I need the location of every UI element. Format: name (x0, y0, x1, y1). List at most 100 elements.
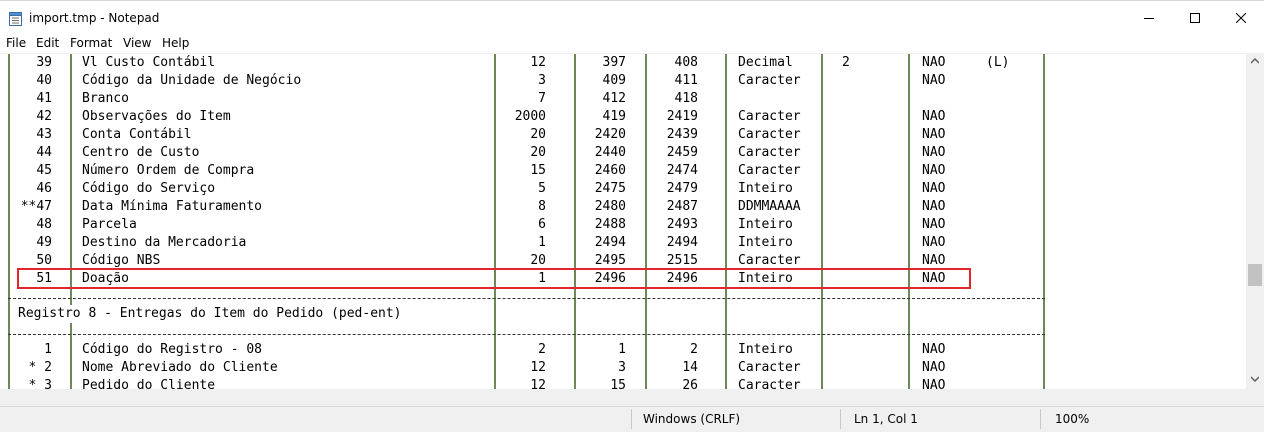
cell-n: 41 (36, 91, 52, 106)
cell-n: 40 (36, 73, 52, 88)
cell-type: Caracter (738, 109, 801, 124)
cell-start: 2480 (594, 199, 626, 214)
menu-bar: File Edit Format View Help (0, 34, 1264, 53)
cell-size: 1 (538, 235, 546, 250)
title-bar[interactable]: import.tmp - Notepad (0, 0, 1264, 34)
notepad-icon (9, 12, 22, 26)
cell-n: 49 (36, 235, 52, 250)
scroll-thumb[interactable] (1248, 264, 1262, 286)
table-row: * 3 Pedido do Cliente 12 15 26 Caracter NAO (0, 377, 1246, 389)
table-row: 1 Código do Registro - 08 2 1 2 Inteiro NAO (0, 341, 1246, 359)
menu-format[interactable]: Format (70, 36, 112, 50)
menu-help[interactable]: Help (162, 36, 189, 50)
cell-type: Caracter (738, 73, 801, 88)
cell-desc: Conta Contábil (82, 127, 192, 142)
close-icon (1236, 13, 1246, 23)
horizontal-scrollbar[interactable] (0, 389, 1246, 406)
cell-start: 412 (602, 91, 626, 106)
cell-size: 12 (530, 360, 546, 375)
text-editor[interactable]: 39 Vl Custo Contábil 12 397 408 Decimal 2 NAO (L… (0, 53, 1246, 389)
cell-start: 2460 (594, 163, 626, 178)
table-row: * 2 Nome Abreviado do Cliente 12 3 14 Caracte… (0, 359, 1246, 377)
cell-start: 3 (618, 360, 626, 375)
cell-desc: Número Ordem de Compra (82, 163, 255, 178)
minimize-button[interactable] (1126, 1, 1172, 35)
status-separator (1040, 409, 1041, 429)
cell-req: NAO (922, 109, 946, 124)
cell-type: Caracter (738, 378, 801, 389)
cell-start: 2494 (594, 235, 626, 250)
cell-req: NAO (922, 360, 946, 375)
cell-end: 411 (674, 73, 698, 88)
table-row: 43 Conta Contábil 20 2420 2439 Caracter NAO (0, 126, 1246, 144)
status-separator (840, 409, 841, 429)
cell-desc: Pedido do Cliente (82, 378, 216, 389)
dashed-separator (8, 334, 1045, 335)
cell-end: 408 (674, 55, 698, 70)
maximize-icon (1190, 13, 1200, 23)
scroll-up-icon[interactable] (1251, 58, 1259, 64)
vertical-scrollbar[interactable] (1246, 53, 1264, 389)
menu-file[interactable]: File (6, 36, 26, 50)
cell-desc: Observações do Item (82, 109, 231, 124)
minimize-icon (1144, 18, 1154, 19)
cell-end: 14 (682, 360, 698, 375)
table-row: 49 Destino da Mercadoria 1 2494 2494 Inteiro N… (0, 234, 1246, 252)
cell-end: 26 (682, 378, 698, 389)
cell-type: Decimal (738, 55, 793, 70)
window-title: import.tmp - Notepad (29, 11, 160, 25)
cell-req: NAO (922, 55, 946, 70)
cell-end: 2474 (666, 163, 698, 178)
menu-edit[interactable]: Edit (36, 36, 59, 50)
cell-start: 2420 (594, 127, 626, 142)
cell-size: 20 (530, 127, 546, 142)
table-row: 41 Branco 7 412 418 (0, 90, 1246, 108)
cell-desc: Data Mínima Faturamento (82, 199, 263, 214)
table-row: **47 Data Mínima Faturamento 8 2480 2487 DDMM… (0, 198, 1246, 216)
status-encoding: Windows (CRLF) (643, 412, 741, 426)
section-title-line: Registro 8 - Entregas do Item do Pedido … (0, 305, 1246, 323)
cell-type: Inteiro (738, 235, 793, 250)
status-zoom: 100% (1055, 412, 1090, 426)
cell-desc: Código do Serviço (82, 181, 216, 196)
table-row: 39 Vl Custo Contábil 12 397 408 Decimal 2 NAO (L… (0, 54, 1246, 72)
cell-n: 45 (36, 163, 52, 178)
status-position: Ln 1, Col 1 (854, 412, 918, 426)
status-separator (631, 409, 632, 429)
table-row: 48 Parcela 6 2488 2493 Inteiro NAO (0, 216, 1246, 234)
cell-desc: Vl Custo Contábil (82, 55, 216, 70)
cell-end: 2494 (666, 235, 698, 250)
highlight-box (17, 268, 971, 289)
maximize-button[interactable] (1172, 1, 1218, 35)
cell-size: 2 (538, 342, 546, 357)
cell-type: Caracter (738, 360, 801, 375)
table-row: 44 Centro de Custo 20 2440 2459 Caracter NAO (0, 144, 1246, 162)
cell-type: Inteiro (738, 217, 793, 232)
cell-size: 7 (538, 91, 546, 106)
scroll-down-icon[interactable] (1251, 376, 1259, 382)
cell-end: 2419 (666, 109, 698, 124)
cell-type: Inteiro (738, 342, 793, 357)
table-row: 40 Código da Unidade de Negócio 3 409 411 Car… (0, 72, 1246, 90)
cell-type: DDMMAAAA (738, 199, 801, 214)
cell-n: 39 (36, 55, 52, 70)
cell-req: NAO (922, 163, 946, 178)
cell-desc: Destino da Mercadoria (82, 235, 247, 250)
cell-size: 2000 (514, 109, 546, 124)
dashed-separator (8, 298, 1045, 299)
cell-start: 419 (602, 109, 626, 124)
cell-req: NAO (922, 181, 946, 196)
table-row: 42 Observações do Item 2000 419 2419 Caracter… (0, 108, 1246, 126)
menu-view[interactable]: View (123, 36, 151, 50)
cell-n: 42 (36, 109, 52, 124)
cell-size: 20 (530, 145, 546, 160)
cell-dec: 2 (842, 55, 850, 70)
cell-n: 48 (36, 217, 52, 232)
cell-req: NAO (922, 73, 946, 88)
cell-n: 46 (36, 181, 52, 196)
cell-req: NAO (922, 235, 946, 250)
close-button[interactable] (1218, 1, 1264, 35)
cell-end: 2459 (666, 145, 698, 160)
cell-start: 2440 (594, 145, 626, 160)
cell-req: NAO (922, 378, 946, 389)
